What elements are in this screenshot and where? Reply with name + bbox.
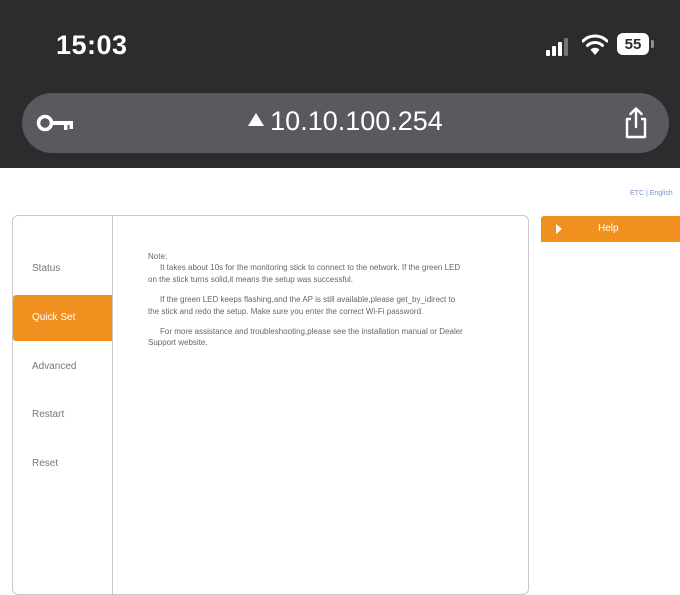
sidebar-item-restart[interactable]: Restart [13, 392, 112, 438]
wifi-icon [582, 34, 608, 55]
share-icon[interactable] [623, 107, 649, 139]
note-title: Note: [148, 252, 168, 261]
url-text: 10.10.100.254 [270, 106, 443, 136]
expand-arrow-icon [556, 224, 562, 234]
language-link[interactable]: ETC | English [630, 190, 673, 197]
note-paragraph-2: If the green LED keeps flashing,and the … [148, 295, 456, 316]
warning-icon [248, 113, 265, 127]
help-panel-header[interactable]: Help [541, 216, 680, 242]
sidebar-item-advanced[interactable]: Advanced [13, 344, 112, 390]
cellular-signal-icon [546, 38, 570, 56]
note-content: Note: It takes about 10s for the monitor… [148, 251, 468, 358]
note-paragraph-1: It takes about 10s for the monitoring st… [148, 263, 461, 284]
note-paragraph-3: For more assistance and troubleshooting,… [148, 327, 463, 348]
browser-chrome: 15:03 55 10.10.100.254 [0, 0, 680, 168]
battery-icon: 55 [617, 33, 655, 55]
sidebar-item-status[interactable]: Status [13, 246, 112, 292]
battery-level: 55 [617, 33, 649, 55]
sidebar: Status Quick Set Advanced Restart Reset [13, 216, 113, 594]
address-bar[interactable]: 10.10.100.254 [22, 93, 669, 153]
main-frame: Status Quick Set Advanced Restart Reset … [12, 215, 529, 595]
sidebar-item-quick-set[interactable]: Quick Set [13, 295, 112, 341]
url-display[interactable]: 10.10.100.254 [22, 106, 669, 137]
status-time: 15:03 [56, 30, 128, 60]
sidebar-item-reset[interactable]: Reset [13, 441, 112, 487]
help-title: Help [598, 223, 619, 234]
